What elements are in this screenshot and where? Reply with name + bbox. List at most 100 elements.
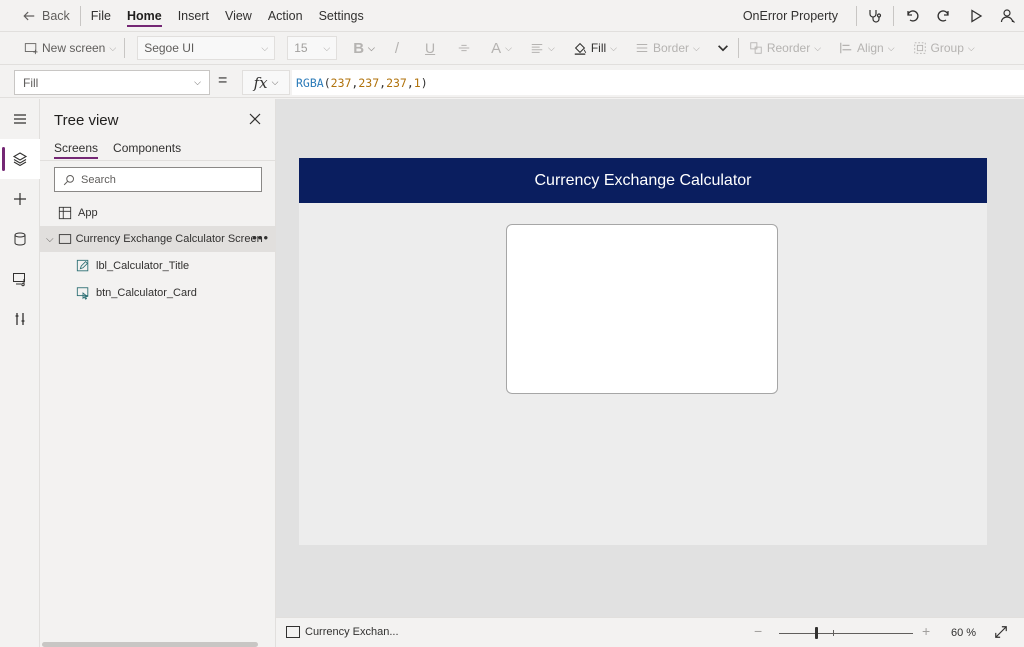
tree-node-app[interactable]: App [40,200,275,226]
text-align-button[interactable]: ⌵ [530,33,555,63]
formula-paren-open: ( [323,75,331,90]
menu-insert[interactable]: Insert [170,0,217,32]
zoom-out-button[interactable]: − [754,623,762,639]
formula-arg: 237 [330,75,352,90]
chevron-down-icon: ⌵ [194,77,201,87]
new-screen-label: New screen [42,41,106,55]
tree-node-button[interactable]: btn_Calculator_Card [40,280,275,306]
screen-selector[interactable]: Currency Exchan... [286,626,399,638]
data-button[interactable] [0,219,40,259]
reorder-label: Reorder [766,41,811,55]
equals-sign: = [218,72,228,89]
menu-view[interactable]: View [217,0,260,32]
search-placeholder: Search [81,173,116,186]
bold-button[interactable]: B ⌵ [353,33,375,63]
tools-button[interactable] [0,299,40,339]
tree-node-screen[interactable]: ⌵ Currency Exchange Calculator Screen ••… [40,226,275,252]
font-family-select[interactable]: Segoe UI ⌵ [137,36,276,60]
font-size-select[interactable]: 15 ⌵ [287,36,338,60]
media-button[interactable] [0,259,40,299]
app-screen-preview[interactable]: Currency Exchange Calculator [299,158,987,545]
tree-view-button[interactable] [0,139,40,179]
align-button[interactable]: Align ⌵ [839,33,895,63]
chevron-down-icon[interactable]: ⌵ [46,234,54,245]
ribbon-expand-button[interactable] [716,33,730,63]
database-icon [14,232,26,246]
strikethrough-button[interactable] [457,33,471,63]
chevron-down-icon: ⌵ [814,42,822,53]
formula-function: RGBA [296,75,324,90]
onerror-property-label: OnError Property [742,9,838,23]
more-options-icon[interactable]: ••• [252,230,269,245]
back-button[interactable]: Back [0,0,78,32]
fill-button[interactable]: Fill ⌵ [573,33,617,63]
redo-button[interactable] [928,0,960,32]
left-rail [0,99,40,647]
tree-node-label[interactable]: lbl_Calculator_Title [40,253,275,279]
reorder-icon [750,42,762,54]
screen-icon [58,234,71,244]
formula-arg: 237 [386,75,407,90]
insert-button[interactable] [0,179,40,219]
border-icon [636,43,648,53]
tree-scrollbar[interactable] [42,642,258,647]
menu-divider [79,5,81,26]
font-color-button[interactable]: A ⌵ [491,33,512,63]
right-divider-2 [893,6,894,26]
hamburger-button[interactable] [0,99,40,139]
formula-paren-close: ) [420,75,428,90]
zoom-slider[interactable] [779,633,913,634]
stethoscope-icon [869,10,882,23]
property-select[interactable]: Fill ⌵ [14,70,210,95]
zoom-in-button[interactable]: + [922,623,930,639]
new-screen-button[interactable]: New screen ⌵ [24,33,116,63]
menu-action[interactable]: Action [260,0,311,32]
play-icon [971,9,983,23]
chevron-down-icon [717,45,728,52]
formula-input[interactable]: RGBA(237, 237, 237, 1) [292,70,1024,95]
menu-file[interactable]: File [83,0,119,32]
back-label: Back [42,8,70,23]
tab-components[interactable]: Components [113,141,181,159]
font-family-value: Segoe UI [144,41,195,55]
app-label: App [78,207,98,219]
expand-icon[interactable] [994,625,1008,639]
close-icon[interactable] [247,111,263,127]
menu-right-group: OnError Property [743,0,1024,32]
chevron-down-icon: ⌵ [323,42,331,53]
design-canvas[interactable]: Currency Exchange Calculator [276,99,1024,617]
calculator-title-label[interactable]: Currency Exchange Calculator [299,158,987,203]
tab-screens[interactable]: Screens [54,141,99,159]
border-label: Border [652,41,690,55]
zoom-value: 60 % [951,627,977,639]
search-icon [63,174,74,185]
ribbon-divider [124,38,126,58]
app-checker-button[interactable] [859,0,891,32]
reorder-button[interactable]: Reorder ⌵ [749,33,821,63]
formula-arg: 1 [413,75,421,90]
play-button[interactable] [960,0,992,32]
chevron-down-icon: ⌵ [610,42,617,53]
calculator-card-button[interactable] [506,224,778,394]
group-label: Group [930,41,964,55]
menu-home[interactable]: Home [119,0,170,32]
menu-settings[interactable]: Settings [311,0,372,32]
underline-button[interactable]: U [425,33,435,63]
button-node-name: btn_Calculator_Card [96,287,197,299]
tree-search-input[interactable]: Search [54,167,262,192]
group-button[interactable]: Group ⌵ [913,33,975,63]
layers-icon [12,152,28,167]
bold-label: B [353,39,365,57]
screen-icon [286,626,300,638]
italic-button[interactable]: / [395,33,399,63]
redo-icon [937,10,949,22]
tree-view-panel: Tree view Screens Components Search App … [40,99,276,647]
chevron-down-icon: ⌵ [271,77,279,88]
border-button[interactable]: Border ⌵ [635,33,700,63]
zoom-slider-thumb[interactable] [815,627,819,639]
fx-icon: fx [253,73,268,92]
account-button[interactable] [992,0,1024,32]
strikethrough-icon [458,44,470,52]
undo-button[interactable] [896,0,928,32]
fx-button[interactable]: fx ⌵ [242,70,290,95]
